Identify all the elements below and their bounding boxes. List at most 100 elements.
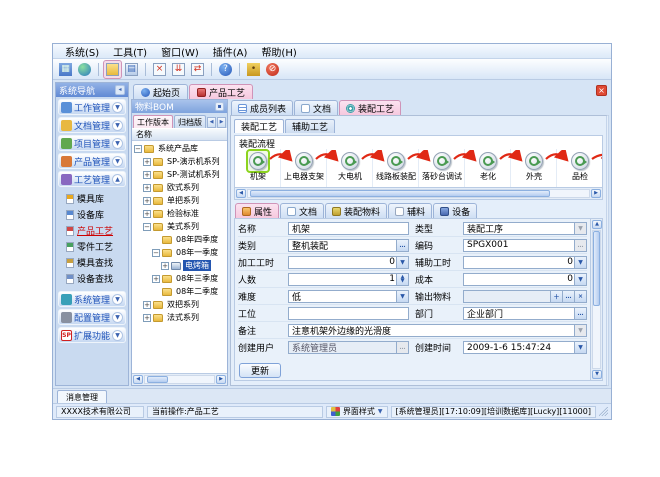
scrollbar-thumb[interactable] <box>147 376 168 383</box>
tree-item[interactable]: 08年四季度 <box>132 233 227 246</box>
ellipsis-icon[interactable]: … <box>562 291 574 302</box>
scroll-right-icon[interactable]: ▶ <box>216 375 226 384</box>
menu-item[interactable]: 系统(S) <box>59 44 105 59</box>
scroll-right-icon[interactable]: ▶ <box>217 117 226 128</box>
collapse-sidebar-icon[interactable]: ◂ <box>115 85 125 95</box>
create-time-input[interactable] <box>467 342 574 353</box>
sidebar-group-header[interactable]: 系统管理▼ <box>58 291 126 307</box>
creator-input[interactable] <box>292 342 396 353</box>
flow-node[interactable]: 大电机 <box>327 149 373 187</box>
tab-item[interactable]: 辅助工艺 <box>285 119 335 133</box>
sidebar-group-header[interactable]: 文档管理▼ <box>58 117 126 133</box>
menu-item[interactable]: 窗口(W) <box>155 44 205 59</box>
chevron-down-icon[interactable]: ▼ <box>396 257 408 268</box>
sidebar-group-header[interactable]: 工作管理▼ <box>58 99 126 115</box>
sidebar-group-header[interactable]: 配置管理▼ <box>58 309 126 325</box>
scroll-down-icon[interactable]: ▼ <box>592 370 602 379</box>
tab-item[interactable]: 工作版本 <box>133 115 173 128</box>
scroll-left-icon[interactable]: ◀ <box>133 375 143 384</box>
tab-item[interactable]: 装配工艺 <box>339 100 401 115</box>
sidebar-group-header[interactable]: 工艺管理▲ <box>58 171 126 187</box>
expand-icon[interactable]: + <box>143 314 151 322</box>
department-input[interactable] <box>467 308 574 319</box>
ellipsis-icon[interactable]: … <box>396 342 408 353</box>
tree-item[interactable]: +SP-演示机系列 <box>132 155 227 168</box>
chevron-down-icon[interactable]: ▼ <box>574 325 586 336</box>
menu-item[interactable]: 工具(T) <box>107 44 153 59</box>
scrollbar-track[interactable] <box>144 375 215 384</box>
flow-node[interactable]: 落砂台调试 <box>419 149 465 187</box>
scrollbar-thumb[interactable] <box>250 190 550 197</box>
expand-icon[interactable]: + <box>143 158 151 166</box>
chevron-down-icon[interactable]: ▼ <box>112 312 123 323</box>
close-window-icon[interactable]: × <box>151 61 168 78</box>
flow-node[interactable]: 老化 <box>465 149 511 187</box>
flow-horizontal-scrollbar[interactable]: ◀ ▶ <box>235 187 602 199</box>
scroll-right-icon[interactable]: ▶ <box>591 189 601 198</box>
expand-icon[interactable]: + <box>161 262 169 270</box>
flow-node[interactable]: 上电器支架 <box>281 149 327 187</box>
tile-windows-icon[interactable]: ⇄ <box>189 61 206 78</box>
sidebar-item[interactable]: 模具查找 <box>66 255 126 270</box>
work-hours-input[interactable] <box>292 257 396 268</box>
cascade-windows-icon[interactable]: ⇊ <box>170 61 187 78</box>
expand-icon[interactable]: + <box>152 275 160 283</box>
chevron-down-icon[interactable]: ▼ <box>574 257 586 268</box>
tab-item[interactable]: 辅料 <box>388 203 432 218</box>
chevron-down-icon[interactable]: ▼ <box>574 274 586 285</box>
tab-item[interactable]: 成员列表 <box>231 100 293 115</box>
tree-item[interactable]: −美式系列 <box>132 220 227 233</box>
lock-icon[interactable]: • <box>245 61 262 78</box>
chevron-down-icon[interactable]: ▼ <box>401 279 405 283</box>
type-input[interactable] <box>467 223 574 234</box>
exit-icon[interactable]: ⊘ <box>264 61 281 78</box>
chevron-down-icon[interactable]: ▼ <box>574 223 586 234</box>
cost-input[interactable] <box>467 274 574 285</box>
spinner-icons[interactable]: ▲▼ <box>396 274 408 285</box>
help-icon[interactable]: ? <box>217 61 234 78</box>
system-monitor-icon[interactable]: ▦ <box>57 61 74 78</box>
output-material-input[interactable] <box>467 291 550 302</box>
tab-item[interactable]: 设备 <box>433 203 477 218</box>
menu-item[interactable]: 帮助(H) <box>255 44 302 59</box>
form-vertical-scrollbar[interactable]: ▲ ▼ <box>590 219 602 380</box>
flow-node[interactable]: 机架 <box>235 149 281 187</box>
expand-icon[interactable]: + <box>143 301 151 309</box>
expand-icon[interactable]: + <box>143 197 151 205</box>
tree-item[interactable]: +检验标准 <box>132 207 227 220</box>
update-button[interactable]: 更新 <box>239 363 281 378</box>
collapse-icon[interactable]: − <box>152 249 160 257</box>
collapse-icon[interactable]: − <box>134 145 142 153</box>
difficulty-select[interactable] <box>292 291 396 302</box>
tab-item[interactable]: 产品工艺 <box>189 84 253 99</box>
tree-item[interactable]: +电烤箱 <box>132 259 227 272</box>
tab-item[interactable]: 归档版 <box>174 115 206 128</box>
tab-item[interactable]: 文档 <box>294 100 338 115</box>
chevron-down-icon[interactable]: ▼ <box>112 330 123 341</box>
layout-icon[interactable]: ▤ <box>123 61 140 78</box>
tab-item[interactable]: 起始页 <box>133 84 188 99</box>
scrollbar-track[interactable] <box>247 189 590 198</box>
category-input[interactable] <box>292 240 396 251</box>
sidebar-group-header[interactable]: 项目管理▼ <box>58 135 126 151</box>
tree-item[interactable]: +法式系列 <box>132 311 227 324</box>
scrollbar-thumb[interactable] <box>593 231 600 306</box>
tree-item[interactable]: −系统产品库 <box>132 142 227 155</box>
collapse-icon[interactable]: − <box>143 223 151 231</box>
tree-item[interactable]: +双把系列 <box>132 298 227 311</box>
expand-icon[interactable]: + <box>143 171 151 179</box>
chevron-up-icon[interactable]: ▲ <box>112 174 123 185</box>
ellipsis-icon[interactable]: … <box>396 240 408 251</box>
sidebar-item[interactable]: 设备查找 <box>66 271 126 286</box>
expand-icon[interactable]: + <box>143 210 151 218</box>
name-input[interactable] <box>292 223 408 234</box>
message-panel-tab[interactable]: 消息管理 <box>57 390 107 403</box>
tab-item[interactable]: 装配物料 <box>325 203 387 218</box>
tab-item[interactable]: 装配工艺 <box>234 119 284 133</box>
ui-style-selector[interactable]: 界面样式 ▼ <box>326 406 388 418</box>
sidebar-group-header[interactable]: SP扩展功能▼ <box>58 327 126 343</box>
tab-item[interactable]: 文档 <box>280 203 324 218</box>
flow-node[interactable]: 品检 <box>557 149 602 187</box>
sidebar-item[interactable]: 模具库 <box>66 191 126 206</box>
panels-icon[interactable] <box>104 61 121 78</box>
